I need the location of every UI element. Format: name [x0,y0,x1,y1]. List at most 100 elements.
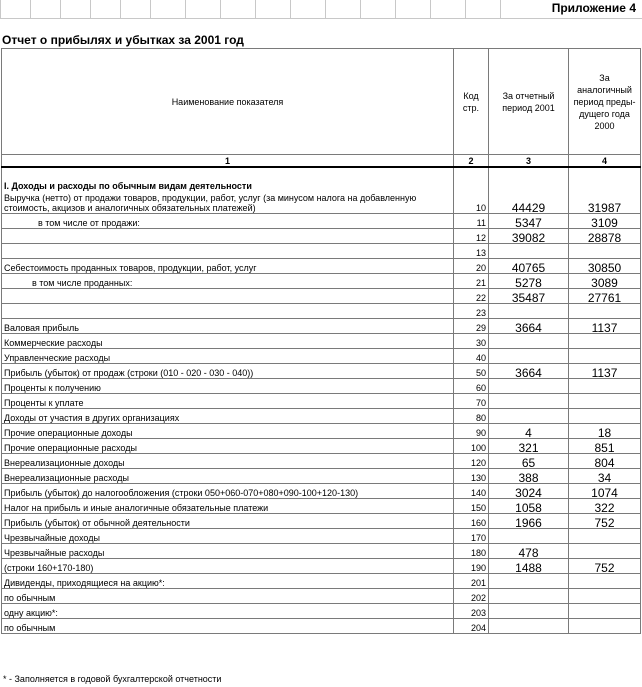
row-current-value: 65 [488,452,569,469]
row-code: 204 [453,617,489,634]
table-row: одну акцию*: 203 [1,602,641,619]
row-label: Внереализационные доходы [1,452,454,469]
row-previous-value: 18 [568,422,641,439]
table-row: в том числе проданных: 21 5278 3089 [1,272,641,289]
row-current-value: 39082 [488,227,569,244]
row-current-value [488,407,569,424]
row-previous-value: 1137 [568,362,641,379]
row-code: 50 [453,362,489,379]
row-current-value [488,377,569,394]
row-label-text: Прибыль (убыток) от продаж (строки (010 … [4,367,254,378]
row-previous-value: 1137 [568,317,641,334]
row-label-text: Доходы от участия в других организациях [4,412,180,423]
table-row: Дивиденды, приходящиеся на акцию*: 201 [1,572,641,589]
row-previous-value [568,542,641,559]
table-row: (строки 160+170-180) 190 1488 752 [1,557,641,574]
row-previous-value: 30850 [568,257,641,274]
row-label [1,227,454,244]
row-label: Прибыль (убыток) от обычной деятельности [1,512,454,529]
row-current-value: 3024 [488,482,569,499]
table-row: Прибыль (убыток) до налогообложения (стр… [1,482,641,499]
table-row: Прочие операционные доходы 90 4 18 [1,422,641,439]
row-label-text: Выручка (нетто) от продажи товаров, прод… [4,192,417,213]
row-label: (строки 160+170-180) [1,557,454,574]
row-previous-value: 804 [568,452,641,469]
row-label: Прибыль (убыток) до налогообложения (стр… [1,482,454,499]
row-previous-value [568,302,641,319]
row-label-text: Прочие операционные доходы [4,427,133,438]
row-label: Проценты к получению [1,377,454,394]
row-current-value: 1058 [488,497,569,514]
row-previous-value [568,587,641,604]
row-code: 23 [453,302,489,319]
row-current-value [488,572,569,589]
row-current-value [488,242,569,259]
row-label-text: Прочие операционные расходы [4,442,137,453]
row-label: Внереализационные расходы [1,467,454,484]
row-code: 11 [453,212,489,229]
table-row: Себестоимость проданных товаров, продукц… [1,257,641,274]
row-code: 12 [453,227,489,244]
row-previous-value: 851 [568,437,641,454]
table-row: Управленческие расходы 40 [1,347,641,364]
header-current-period: За отчетный период 2001 [488,48,569,155]
table-row: Чрезвычайные расходы 180 478 [1,542,641,559]
row-label: Коммерческие расходы [1,332,454,349]
table-row: Внереализационные расходы 130 388 34 [1,467,641,484]
row-previous-value [568,572,641,589]
row-label: Чрезвычайные доходы [1,527,454,544]
row-label-text: Чрезвычайные расходы [4,547,105,558]
row-code: 22 [453,287,489,304]
row-previous-value: 1074 [568,482,641,499]
row-previous-value [568,377,641,394]
row-code: 40 [453,347,489,364]
table-row: Внереализационные доходы 120 65 804 [1,452,641,469]
row-code: 180 [453,542,489,559]
row-current-value [488,332,569,349]
row-previous-value [568,347,641,364]
row-label: Дивиденды, приходящиеся на акцию*: [1,572,454,589]
row-label-text: по обычным [4,622,56,633]
row-current-value [488,302,569,319]
row-label-text: (строки 160+170-180) [4,562,94,573]
row-current-value: 3664 [488,362,569,379]
row-label: по обычным [1,587,454,604]
row-code: 13 [453,242,489,259]
row-current-value: 1966 [488,512,569,529]
row-previous-value: 27761 [568,287,641,304]
row-label: Чрезвычайные расходы [1,542,454,559]
row-current-value: 44429 [488,166,569,214]
row-label: Управленческие расходы [1,347,454,364]
row-label-text: Дивиденды, приходящиеся на акцию*: [4,577,165,588]
row-previous-value: 3089 [568,272,641,289]
row-label: Прибыль (убыток) от продаж (строки (010 … [1,362,454,379]
row-label-text: Внереализационные расходы [4,472,129,483]
table-row: Налог на прибыль и иные аналогичные обяз… [1,497,641,514]
report-title: Отчет о прибылях и убытках за 2001 год [2,33,244,47]
row-code: 70 [453,392,489,409]
row-label [1,287,454,304]
row-label-text: Чрезвычайные доходы [4,532,100,543]
table-row: по обычным 202 [1,587,641,604]
row-previous-value [568,602,641,619]
row-label: одну акцию*: [1,602,454,619]
col-num-2: 2 [453,154,489,168]
table-row: I. Доходы и расходы по обычным видам дея… [1,166,641,214]
table-row: Валовая прибыль 29 3664 1137 [1,317,641,334]
row-previous-value [568,392,641,409]
row-code: 140 [453,482,489,499]
row-code: 203 [453,602,489,619]
row-current-value [488,587,569,604]
row-current-value: 321 [488,437,569,454]
table-row: 23 [1,302,641,319]
table-row: 13 [1,242,641,259]
row-label-text: в том числе проданных: [32,277,133,288]
row-previous-value [568,332,641,349]
row-code: 100 [453,437,489,454]
report-rows: I. Доходы и расходы по обычным видам дея… [1,166,641,634]
row-label [1,242,454,259]
row-label-text: Проценты к уплате [4,397,84,408]
row-current-value: 5347 [488,212,569,229]
row-current-value: 35487 [488,287,569,304]
row-current-value: 40765 [488,257,569,274]
